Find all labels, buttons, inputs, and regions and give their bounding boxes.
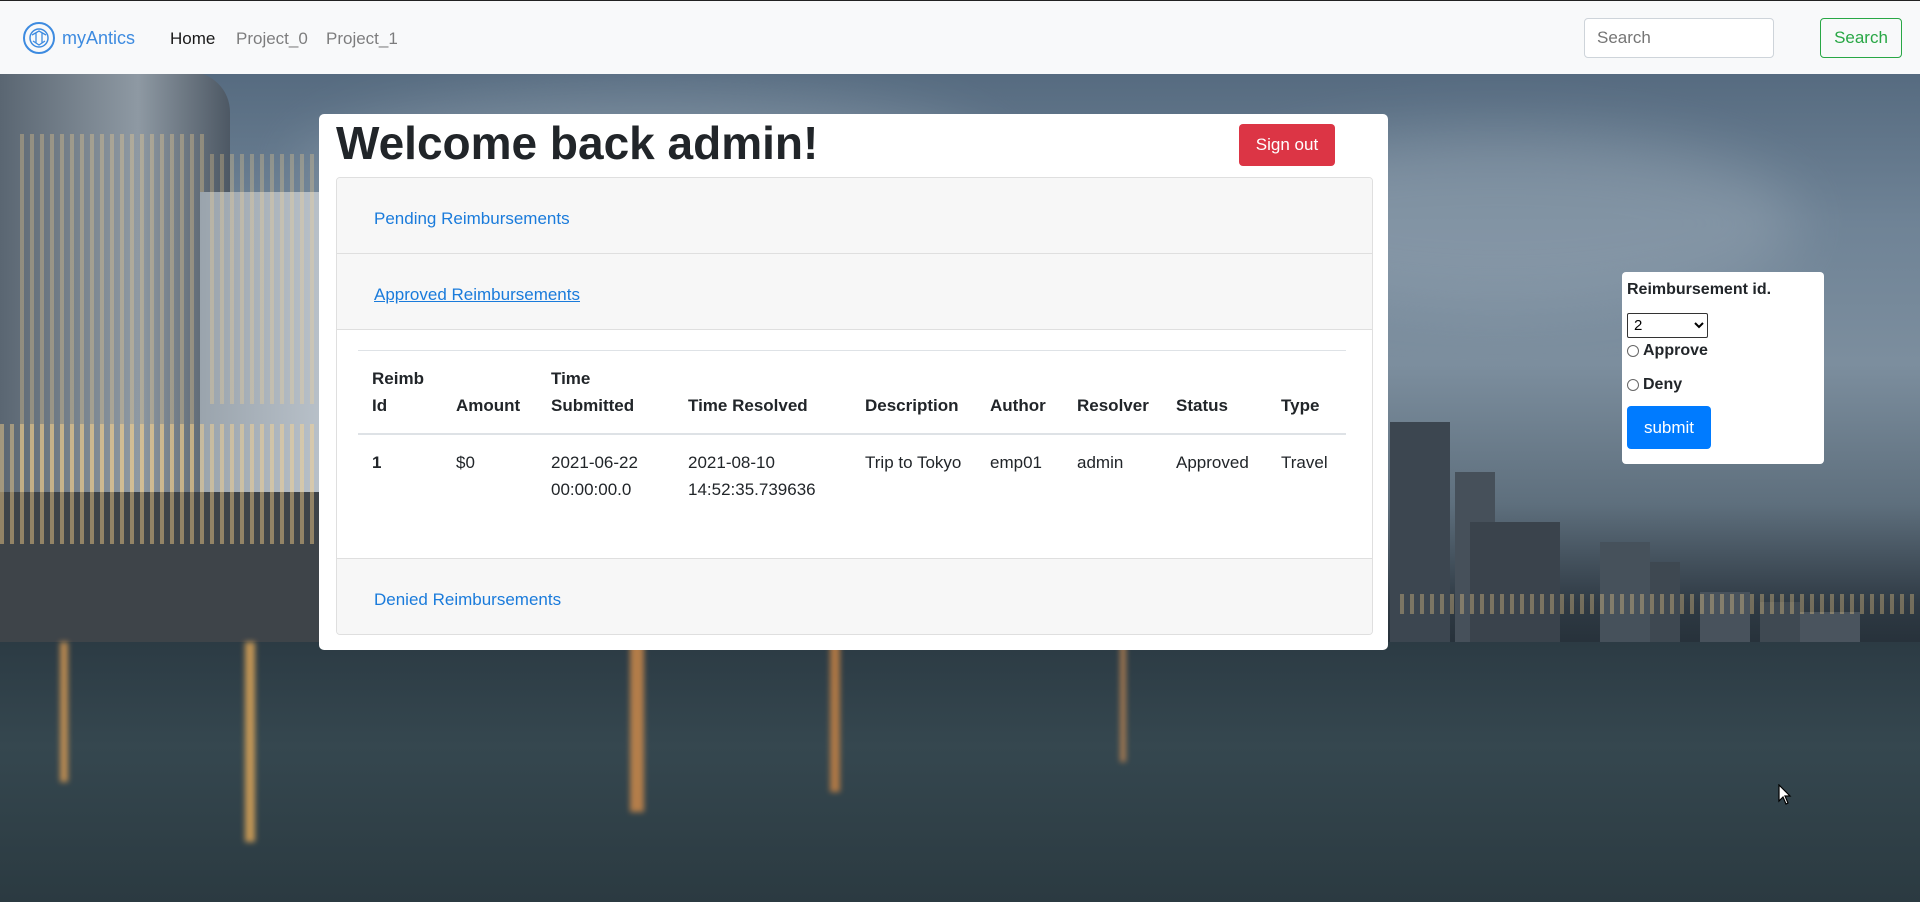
approved-reimbursements-link[interactable]: Approved Reimbursements [374, 285, 580, 305]
approved-section-header: Approved Reimbursements [337, 254, 1372, 330]
cell-resolver: admin [1077, 453, 1124, 472]
nav-link-project-1[interactable]: Project_1 [326, 29, 398, 49]
deny-radio-option[interactable]: Deny [1627, 376, 1682, 394]
cell-reimb-id: 1 [372, 453, 382, 472]
table-row: 1 $0 2021-06-22 00:00:00.0 2021-08-10 14… [358, 434, 1346, 517]
pending-reimbursements-link[interactable]: Pending Reimbursements [374, 209, 570, 229]
page-title: Welcome back admin! [336, 117, 819, 169]
col-time-submitted: Time Submitted [551, 369, 635, 415]
col-status: Status [1176, 396, 1228, 415]
mouse-cursor-icon [1778, 784, 1792, 805]
denied-reimbursements-link[interactable]: Denied Reimbursements [374, 590, 561, 610]
col-reimb-id: Reimb Id [372, 369, 424, 415]
search-input[interactable] [1584, 18, 1774, 58]
approve-label: Approve [1643, 342, 1708, 359]
col-author: Author [990, 396, 1046, 415]
brand-link[interactable]: myAntics [22, 21, 135, 55]
top-navbar: myAntics Home Project_0 Project_1 Search [0, 0, 1920, 74]
nav-link-home[interactable]: Home [170, 29, 215, 49]
reimbursement-id-select[interactable]: 2 [1627, 313, 1708, 338]
cell-status: Approved [1176, 453, 1249, 472]
col-amount: Amount [456, 396, 521, 415]
col-type: Type [1281, 396, 1320, 415]
search-button[interactable]: Search [1820, 18, 1902, 58]
approve-radio-option[interactable]: Approve [1627, 342, 1708, 360]
cell-time-submitted: 2021-06-22 00:00:00.0 [551, 453, 638, 499]
deny-label: Deny [1643, 376, 1683, 393]
cell-author: emp01 [990, 453, 1042, 472]
col-description: Description [865, 396, 959, 415]
pending-section-header: Pending Reimbursements [337, 178, 1372, 254]
approved-reimbursements-table: Reimb Id Amount Time Submitted Time Reso… [358, 350, 1346, 517]
cell-amount: $0 [456, 453, 475, 472]
brand-name: myAntics [62, 27, 136, 48]
col-resolver: Resolver [1077, 396, 1149, 415]
table-header-row: Reimb Id Amount Time Submitted Time Reso… [358, 350, 1346, 434]
cell-time-resolved: 2021-08-10 14:52:35.739636 [688, 453, 816, 499]
cell-type: Travel [1281, 453, 1328, 472]
col-time-resolved: Time Resolved [688, 396, 808, 415]
nav-link-project-0[interactable]: Project_0 [236, 29, 308, 49]
denied-section-header: Denied Reimbursements [337, 559, 1372, 634]
deny-radio[interactable] [1627, 379, 1639, 391]
reimbursement-accordion: Pending Reimbursements Approved Reimburs… [336, 177, 1373, 635]
cell-description: Trip to Tokyo [865, 453, 962, 472]
brand-logo-icon [23, 22, 55, 54]
reimbursement-id-label: Reimbursement id. [1627, 281, 1772, 298]
approved-section-body: Reimb Id Amount Time Submitted Time Reso… [337, 330, 1372, 559]
dashboard-card: Welcome back admin! Sign out Pending Rei… [319, 114, 1388, 650]
sign-out-button[interactable]: Sign out [1239, 124, 1335, 166]
submit-button[interactable]: submit [1627, 406, 1711, 449]
resolve-reimbursement-form: Reimbursement id. 2 Approve Deny submit [1622, 272, 1824, 464]
approve-radio[interactable] [1627, 345, 1639, 357]
